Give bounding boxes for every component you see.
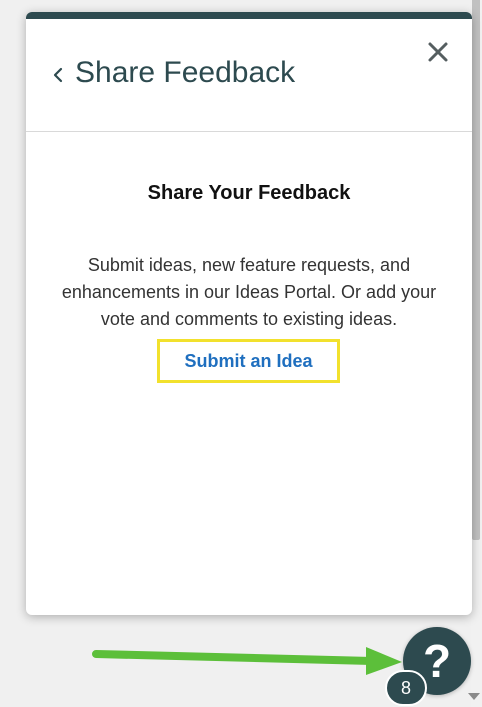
panel-title: Share Feedback (75, 56, 296, 89)
submit-idea-link[interactable]: Submit an Idea (157, 339, 340, 383)
chevron-left-icon[interactable] (50, 64, 66, 86)
panel-top-accent-bar (26, 12, 472, 19)
scroll-down-arrow-icon[interactable] (468, 693, 480, 700)
help-notification-badge: 8 (385, 670, 427, 706)
close-icon[interactable] (426, 40, 450, 64)
feedback-description: Submit ideas, new feature requests, and … (61, 255, 437, 329)
question-mark-icon: ? (422, 635, 452, 687)
feedback-heading: Share Your Feedback (147, 182, 351, 204)
share-feedback-panel: Share Feedback Share Your Feedback Submi… (26, 12, 472, 615)
header-divider (26, 131, 472, 132)
scrollbar-thumb[interactable] (472, 0, 480, 540)
green-annotation-arrow (92, 647, 402, 675)
